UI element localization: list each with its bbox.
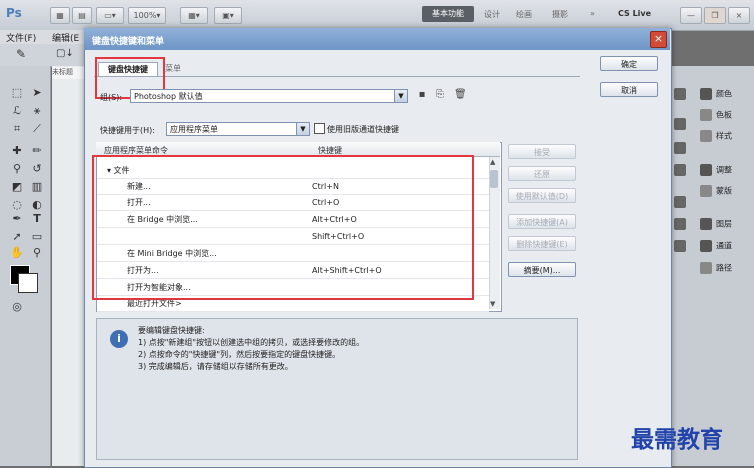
color-panel-icon <box>700 88 712 100</box>
chevron-down-icon: ▼ <box>296 123 309 135</box>
styles-panel-icon <box>700 130 712 142</box>
accept-button[interactable]: 接受 <box>508 144 576 159</box>
background-color-swatch[interactable] <box>18 273 38 293</box>
use-default-button[interactable]: 使用默认值(D) <box>508 188 576 203</box>
crop-tool-icon[interactable]: ⌗ <box>8 122 26 136</box>
arrange-documents-button[interactable]: ▦▾ <box>180 7 208 24</box>
window-close-button[interactable]: × <box>728 7 750 24</box>
swatches-panel-icon <box>700 109 712 121</box>
delete-set-icon[interactable]: 🗑 <box>454 89 467 101</box>
adjustments-panel-icon <box>700 164 712 176</box>
panel-paths[interactable]: 路径 <box>700 262 732 278</box>
options-bar <box>0 44 90 67</box>
paragraph-panel-icon[interactable] <box>674 218 686 230</box>
panel-styles[interactable]: 样式 <box>700 130 732 146</box>
panel-layers[interactable]: 图层 <box>700 218 732 234</box>
dialog-close-button[interactable]: × <box>650 31 667 48</box>
info-icon: i <box>110 330 128 348</box>
pen-tool-icon[interactable]: ✒ <box>8 212 26 226</box>
dodge-tool-icon[interactable]: ◐ <box>28 198 46 212</box>
chevron-down-icon: ▼ <box>394 90 407 102</box>
save-set-icon[interactable]: ▪ <box>416 89 428 101</box>
lasso-tool-icon[interactable]: ℒ <box>8 104 26 118</box>
quick-mask-icon[interactable]: ◎ <box>8 300 26 314</box>
set-select[interactable]: Photoshop 默认值 ▼ <box>130 89 408 103</box>
brush-preset-icon[interactable]: ✎ <box>16 47 26 61</box>
magic-wand-icon[interactable]: ⚹ <box>28 104 46 118</box>
ok-button[interactable]: 确定 <box>600 56 658 71</box>
eraser-icon[interactable]: ◩ <box>8 180 26 194</box>
table-scrollbar-thumb[interactable] <box>490 170 498 188</box>
channels-panel-icon <box>700 240 712 252</box>
history-brush-icon[interactable]: ↺ <box>28 162 46 176</box>
view-extras-button[interactable]: ▭▾ <box>96 7 124 24</box>
more-workspaces-button[interactable]: » <box>590 9 595 18</box>
zoom-tool-icon[interactable]: ⚲ <box>28 246 46 260</box>
move-tool-icon[interactable]: ⬚ <box>8 86 26 100</box>
panel-masks[interactable]: 蒙版 <box>700 185 732 201</box>
gradient-tool-icon[interactable]: ▥ <box>28 180 46 194</box>
brush-panel-icon[interactable] <box>674 142 686 154</box>
restore-button[interactable]: ❐ <box>704 7 726 24</box>
dialog-title-bar[interactable] <box>84 28 670 50</box>
new-set-icon[interactable]: ⎘ <box>434 89 446 101</box>
shape-tool-icon[interactable]: ▭ <box>28 230 46 244</box>
workspace-painting[interactable]: 绘画 <box>516 9 532 20</box>
type-tool-icon[interactable]: T <box>28 212 46 226</box>
masks-panel-icon <box>700 185 712 197</box>
notes-panel-icon[interactable] <box>674 240 686 252</box>
info-line-4: 3) 完成编辑后，请存储组以存储所有更改。 <box>138 362 293 371</box>
undo-button[interactable]: 还原 <box>508 166 576 181</box>
delete-shortcut-button[interactable]: 删除快捷键(E) <box>508 236 576 251</box>
bridge-button[interactable]: ▦ <box>50 7 70 24</box>
menu-file[interactable]: 文件(F) <box>6 31 36 44</box>
legacy-channel-shortcuts-label: 使用旧版通道快捷键 <box>327 125 399 134</box>
blur-tool-icon[interactable]: ◌ <box>8 198 26 212</box>
info-line-3: 2) 点按命令的"快捷键"列，然后按要指定的键盘快捷键。 <box>138 350 341 359</box>
tab-strip-divider <box>94 76 580 77</box>
panel-color[interactable]: 颜色 <box>700 88 732 104</box>
cancel-button[interactable]: 取消 <box>600 82 658 97</box>
paths-panel-icon <box>700 262 712 274</box>
minibridge-button[interactable]: ▤ <box>72 7 92 24</box>
summarize-button[interactable]: 摘要(M)... <box>508 262 576 277</box>
actions-panel-icon[interactable] <box>674 118 686 130</box>
cslive-button[interactable]: CS Live <box>618 9 651 18</box>
clone-stamp-icon[interactable]: ⚲ <box>8 162 26 176</box>
workspace-photography[interactable]: 摄影 <box>552 9 568 20</box>
dialog-title: 键盘快捷键和菜单 <box>92 37 165 47</box>
photoshop-logo: Ps <box>6 6 22 20</box>
history-panel-icon[interactable] <box>674 88 686 100</box>
add-shortcut-button[interactable]: 添加快捷键(A) <box>508 214 576 229</box>
set-label: 组(S): <box>100 93 123 102</box>
workspace-design[interactable]: 设计 <box>484 9 500 20</box>
info-line-2: 1) 点按"新建组"按钮以创建选中组的拷贝，或选择要修改的组。 <box>138 338 365 347</box>
workspace-essentials[interactable]: 基本功能 <box>422 6 474 22</box>
screen-mode-button[interactable]: ▣▾ <box>214 7 242 24</box>
brush-tool-icon[interactable]: ✏ <box>28 144 46 158</box>
healing-brush-icon[interactable]: ✚ <box>8 144 26 158</box>
mode-icon[interactable]: ▢↓ <box>56 48 74 59</box>
clone-source-icon[interactable] <box>674 164 686 176</box>
shortcuts-for-select[interactable]: 应用程序菜单 ▼ <box>166 122 310 136</box>
panel-swatches[interactable]: 色板 <box>700 109 732 125</box>
menu-edit[interactable]: 编辑(E <box>52 31 79 44</box>
arrow-tool-icon[interactable]: ➤ <box>28 86 46 100</box>
scroll-down-icon[interactable]: ▼ <box>490 300 495 308</box>
shortcuts-for-label: 快捷键用于(H): <box>100 126 155 135</box>
scroll-up-icon[interactable]: ▲ <box>490 158 495 166</box>
layers-panel-icon <box>700 218 712 230</box>
legacy-channel-shortcuts-checkbox[interactable] <box>314 123 325 134</box>
hand-tool-icon[interactable]: ✋ <box>8 246 26 260</box>
watermark: 最需教育 <box>631 426 723 453</box>
zoom-level[interactable]: 100%▾ <box>128 7 166 24</box>
minimize-button[interactable]: — <box>680 7 702 24</box>
panel-adjustments[interactable]: 调整 <box>700 164 732 180</box>
info-line-1: 要编辑键盘快捷键: <box>138 326 205 335</box>
path-selection-icon[interactable]: ➚ <box>8 230 26 244</box>
panel-channels[interactable]: 通道 <box>700 240 732 256</box>
highlight-table-box <box>92 155 474 300</box>
eyedropper-icon[interactable]: ⟋ <box>28 122 46 136</box>
character-panel-icon[interactable] <box>674 196 686 208</box>
